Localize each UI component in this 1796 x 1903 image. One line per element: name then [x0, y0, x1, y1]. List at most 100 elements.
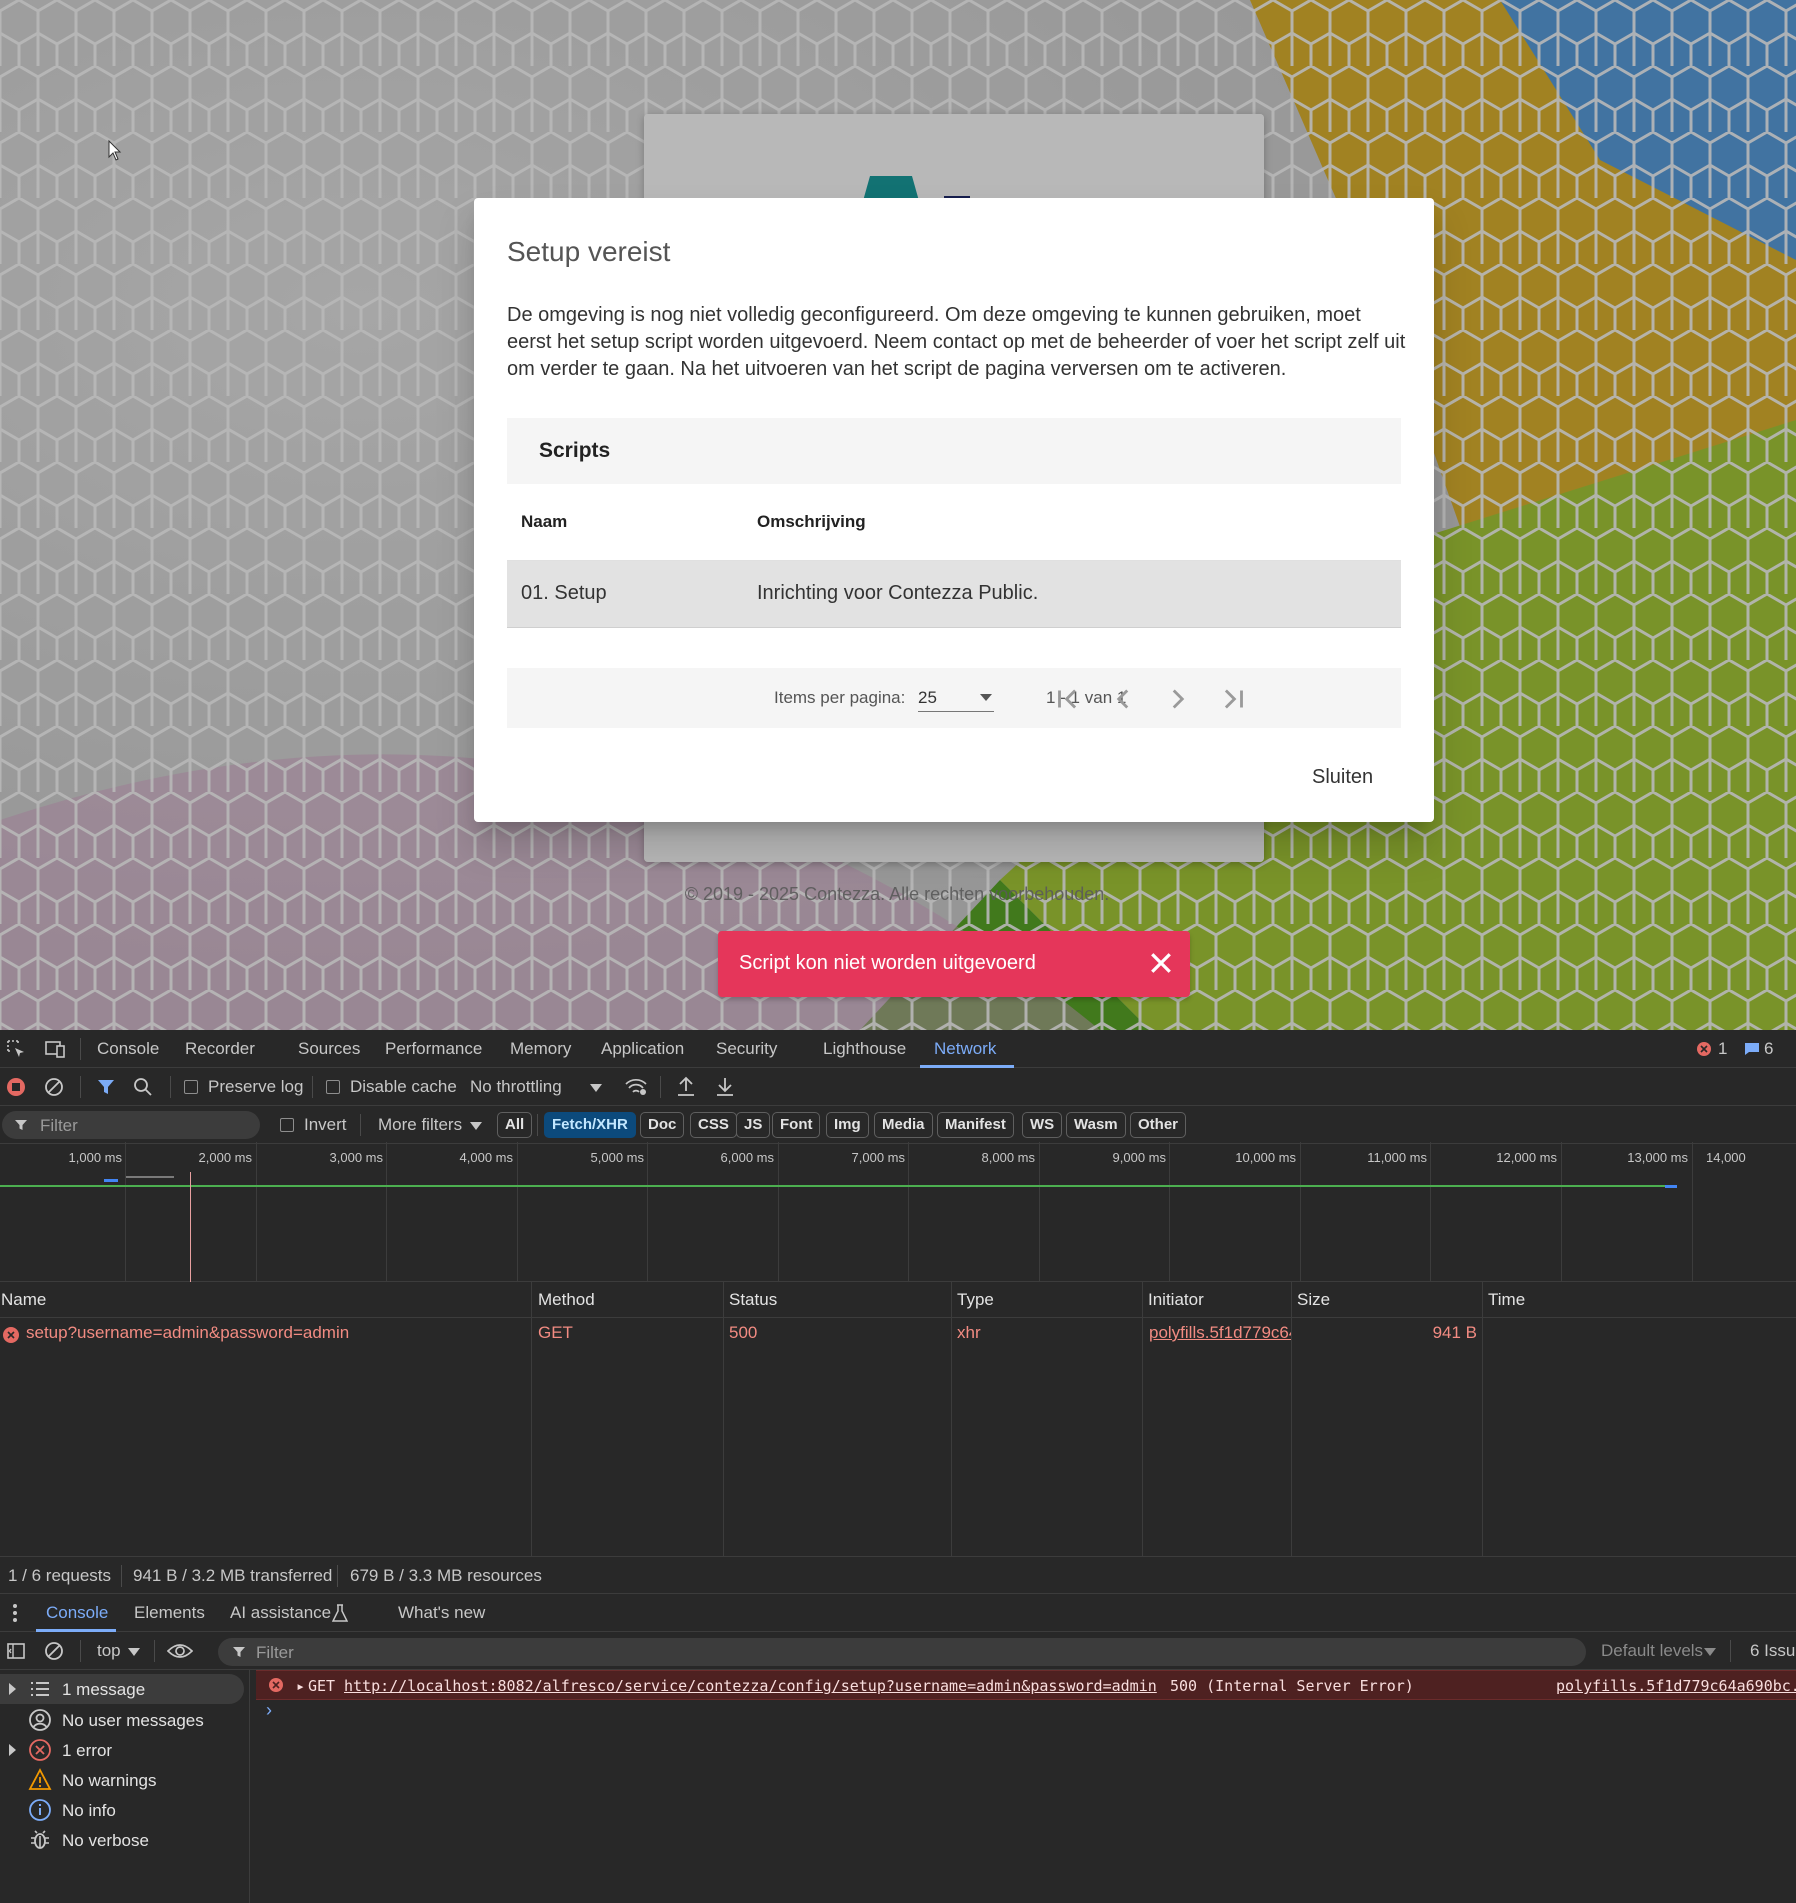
- log-levels-select[interactable]: Default levels: [1601, 1641, 1703, 1661]
- filter-chip-css[interactable]: CSS: [690, 1112, 737, 1138]
- tab-memory[interactable]: Memory: [510, 1039, 571, 1059]
- search-icon[interactable]: [133, 1077, 153, 1097]
- tab-console[interactable]: Console: [97, 1039, 159, 1059]
- filter-chip-manifest[interactable]: Manifest: [937, 1112, 1014, 1138]
- invert-label[interactable]: Invert: [304, 1115, 347, 1135]
- column-header-method[interactable]: Method: [538, 1290, 595, 1310]
- first-page-button[interactable]: [1051, 682, 1085, 716]
- more-options-icon[interactable]: [12, 1603, 18, 1623]
- clear-icon[interactable]: [44, 1077, 64, 1097]
- request-name[interactable]: setup?username=admin&password=admin: [26, 1323, 349, 1343]
- table-row[interactable]: 01. Setup Inrichting voor Contezza Publi…: [507, 560, 1401, 628]
- invert-checkbox[interactable]: [280, 1118, 294, 1132]
- sidebar-item-errors[interactable]: 1 error: [0, 1735, 244, 1765]
- sidebar-item-label: 1 error: [62, 1741, 113, 1760]
- column-header-name[interactable]: Name: [1, 1290, 46, 1310]
- filter-icon[interactable]: [96, 1077, 116, 1097]
- bug-icon: [31, 1830, 49, 1849]
- drawer-tab-console[interactable]: Console: [46, 1603, 108, 1623]
- dropdown-arrow-icon[interactable]: [128, 1648, 140, 1656]
- column-header-time[interactable]: Time: [1488, 1290, 1525, 1310]
- drawer-tab-ai-assistance[interactable]: AI assistance: [230, 1603, 331, 1623]
- error-url-link[interactable]: http://localhost:8082/alfresco/service/c…: [344, 1677, 1157, 1695]
- issues-button[interactable]: 6 Issue: [1750, 1641, 1796, 1661]
- sidebar-item-info[interactable]: No info: [0, 1795, 244, 1825]
- error-source-link[interactable]: polyfills.5f1d779c64a690bc.: [1556, 1677, 1796, 1695]
- drawer-tab-elements[interactable]: Elements: [134, 1603, 205, 1623]
- inspect-element-icon[interactable]: [6, 1039, 26, 1059]
- dropdown-arrow-icon[interactable]: [590, 1084, 602, 1092]
- column-header-status[interactable]: Status: [729, 1290, 777, 1310]
- disable-cache-checkbox[interactable]: [326, 1080, 340, 1094]
- dropdown-arrow-icon[interactable]: [470, 1122, 482, 1130]
- request-initiator-link[interactable]: polyfills.5f1d779c64: [1149, 1323, 1291, 1343]
- column-header-type[interactable]: Type: [957, 1290, 994, 1310]
- clear-console-icon[interactable]: [44, 1641, 64, 1661]
- column-header-initiator[interactable]: Initiator: [1148, 1290, 1204, 1310]
- disable-cache-label[interactable]: Disable cache: [350, 1077, 457, 1097]
- filter-chip-all[interactable]: All: [497, 1112, 533, 1138]
- context-select[interactable]: top: [97, 1641, 121, 1661]
- sidebar-item-user-messages[interactable]: No user messages: [0, 1705, 244, 1735]
- filter-chip-img[interactable]: Img: [826, 1112, 869, 1138]
- tab-sources[interactable]: Sources: [298, 1039, 360, 1059]
- filter-chip-js[interactable]: JS: [736, 1112, 771, 1138]
- eye-icon[interactable]: [167, 1642, 193, 1660]
- preserve-log-label[interactable]: Preserve log: [208, 1077, 303, 1097]
- device-toolbar-icon[interactable]: [44, 1039, 66, 1059]
- console-filter-input[interactable]: Filter: [218, 1638, 1586, 1666]
- close-icon[interactable]: [1146, 948, 1176, 978]
- network-summary-bar: 1 / 6 requests 941 B / 3.2 MB transferre…: [0, 1556, 1796, 1594]
- sidebar-toggle-icon[interactable]: [6, 1641, 26, 1661]
- more-filters-button[interactable]: More filters: [378, 1115, 462, 1135]
- filter-chip-wasm[interactable]: Wasm: [1066, 1112, 1126, 1138]
- tab-performance[interactable]: Performance: [385, 1039, 482, 1059]
- tab-network[interactable]: Network: [934, 1039, 996, 1059]
- throttling-select[interactable]: No throttling: [470, 1077, 562, 1097]
- sidebar-item-verbose[interactable]: No verbose: [0, 1825, 244, 1855]
- requests-table-header: Name Method Status Type Initiator Size T…: [0, 1282, 1796, 1318]
- table-row[interactable]: setup?username=admin&password=admin GET …: [0, 1318, 1796, 1352]
- sidebar-item-warnings[interactable]: No warnings: [0, 1765, 244, 1795]
- request-count: 1 / 6 requests: [8, 1566, 112, 1585]
- filter-chip-font[interactable]: Font: [772, 1112, 821, 1138]
- flask-icon: [332, 1604, 348, 1622]
- column-header-size[interactable]: Size: [1297, 1290, 1330, 1310]
- network-filter-input[interactable]: Filter: [2, 1111, 260, 1139]
- filter-chip-media[interactable]: Media: [874, 1112, 933, 1138]
- filter-chip-doc[interactable]: Doc: [640, 1112, 685, 1138]
- console-prompt-icon[interactable]: ›: [266, 1700, 272, 1721]
- previous-page-button[interactable]: [1106, 682, 1140, 716]
- issue-count[interactable]: 6: [1764, 1039, 1773, 1059]
- tab-application[interactable]: Application: [601, 1039, 684, 1059]
- sidebar-item-messages[interactable]: 1 message: [0, 1674, 244, 1704]
- stop-recording-icon[interactable]: [6, 1077, 26, 1097]
- filter-chip-other[interactable]: Other: [1130, 1112, 1187, 1138]
- tab-lighthouse[interactable]: Lighthouse: [823, 1039, 906, 1059]
- error-count[interactable]: 1: [1718, 1039, 1727, 1059]
- column-header-naam[interactable]: Naam: [507, 484, 743, 561]
- filter-chip-fetch-xhr[interactable]: Fetch/XHR: [544, 1112, 636, 1138]
- close-dialog-button[interactable]: Sluiten: [1312, 766, 1373, 789]
- message-count-icon[interactable]: [1744, 1042, 1760, 1056]
- dropdown-arrow-icon[interactable]: [1704, 1648, 1716, 1656]
- tab-recorder[interactable]: Recorder: [185, 1039, 255, 1059]
- request-type: xhr: [957, 1323, 981, 1342]
- column-header-omschrijving[interactable]: Omschrijving: [743, 484, 1401, 561]
- console-error-message[interactable]: ▸ GET http://localhost:8082/alfresco/ser…: [256, 1670, 1796, 1700]
- filter-chip-ws[interactable]: WS: [1022, 1112, 1063, 1138]
- expand-arrow-icon[interactable]: ▸: [296, 1677, 305, 1695]
- next-page-button[interactable]: [1161, 682, 1195, 716]
- drawer-tab-whats-new[interactable]: What's new: [398, 1603, 485, 1623]
- script-name-cell[interactable]: 01. Setup: [507, 560, 743, 628]
- network-timeline-overview[interactable]: 1,000 ms 2,000 ms 3,000 ms 4,000 ms 5,00…: [0, 1142, 1796, 1282]
- tab-security[interactable]: Security: [716, 1039, 777, 1059]
- error-count-icon[interactable]: [1696, 1041, 1712, 1057]
- import-har-icon[interactable]: [676, 1076, 696, 1098]
- page-size-select[interactable]: 25: [918, 684, 994, 712]
- script-description-cell[interactable]: Inrichting voor Contezza Public.: [743, 560, 1401, 628]
- export-har-icon[interactable]: [715, 1076, 735, 1098]
- network-conditions-icon[interactable]: [624, 1077, 648, 1097]
- preserve-log-checkbox[interactable]: [184, 1080, 198, 1094]
- last-page-button[interactable]: [1216, 682, 1250, 716]
